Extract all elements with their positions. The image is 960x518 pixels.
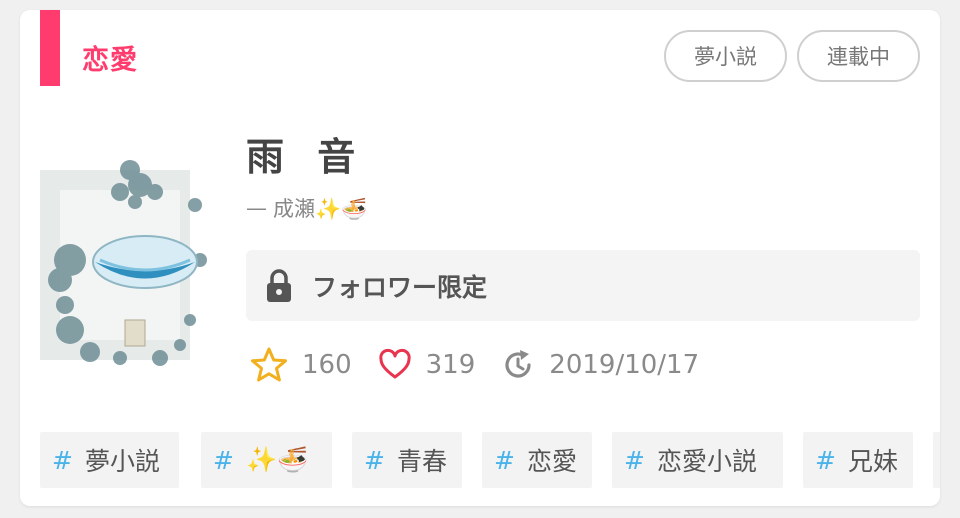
tag-label: 兄妹 (847, 447, 898, 476)
author-name[interactable]: 成瀬✨🍜 (273, 193, 367, 223)
tag-item[interactable]: # 青春 (352, 432, 462, 488)
badge-dream-novel: 夢小説 (664, 30, 787, 82)
star-count: 160 (250, 346, 352, 384)
follower-only-notice: フォロワー限定 (246, 250, 920, 321)
tag-item-overflow[interactable] (933, 432, 940, 488)
clock-refresh-icon (505, 350, 531, 378)
heart-count-value: 319 (425, 350, 476, 380)
tag-item[interactable]: # 夢小説 (40, 432, 179, 488)
updated-date: 2019/10/17 (501, 348, 699, 382)
hash-icon: # (213, 445, 234, 475)
updated-date-value: 2019/10/17 (549, 350, 700, 380)
hash-icon: # (364, 445, 385, 475)
tag-item[interactable]: # ✨🍜 (201, 432, 332, 488)
tag-item[interactable]: # 兄妹 (803, 432, 913, 488)
tag-item[interactable]: # 恋愛小説 (612, 432, 783, 488)
tag-label: 恋愛 (526, 447, 577, 476)
author-line[interactable]: — 成瀬✨🍜 (246, 193, 367, 223)
hash-icon: # (815, 445, 836, 475)
hash-icon: # (494, 445, 515, 475)
tag-label: 夢小説 (84, 447, 160, 476)
work-title[interactable]: 雨 音 (246, 126, 365, 181)
tag-item[interactable]: # 恋愛 (482, 432, 592, 488)
follower-only-label: フォロワー限定 (312, 272, 488, 302)
badge-serializing: 連載中 (797, 30, 920, 82)
genre-accent-bar (40, 10, 60, 86)
star-icon (251, 347, 287, 382)
cover-image[interactable] (40, 130, 218, 368)
heart-icon (379, 348, 411, 379)
novel-card[interactable]: 恋愛 夢小説 連載中 雨 音 — 成瀬✨🍜 フォロワー限定 160 319 20… (20, 10, 940, 506)
genre-label: 恋愛 (82, 45, 138, 76)
tag-label: ✨🍜 (245, 445, 309, 474)
tag-label: 恋愛小説 (656, 447, 757, 476)
author-prefix: — (246, 196, 267, 220)
tag-label: 青春 (396, 447, 447, 476)
star-count-value: 160 (302, 350, 352, 380)
hash-icon: # (52, 445, 73, 475)
heart-count: 319 (378, 348, 476, 382)
tag-list: # 夢小説 # ✨🍜 # 青春 # 恋愛 # 恋愛小説 # 兄妹 (40, 432, 940, 488)
stats-row: 160 319 2019/10/17 (250, 343, 699, 387)
lock-icon (267, 268, 291, 302)
hash-icon: # (624, 445, 645, 475)
